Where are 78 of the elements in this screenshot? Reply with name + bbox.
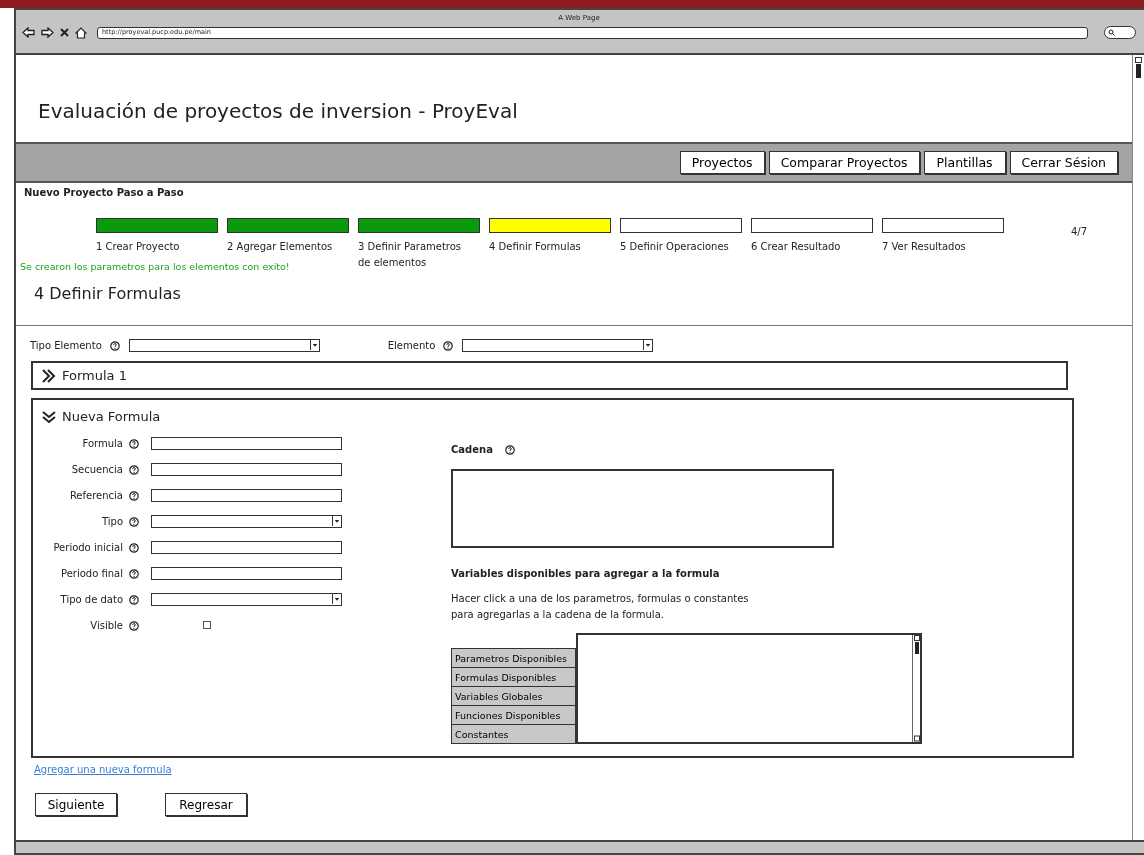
home-icon[interactable] bbox=[75, 26, 87, 39]
accordion-panel[interactable] bbox=[31, 398, 1074, 758]
field-label: Tipo de dato bbox=[59, 593, 124, 605]
text-area[interactable] bbox=[451, 469, 834, 548]
action-button[interactable]: Regresar bbox=[165, 793, 247, 816]
nav-button[interactable]: Comparar Proyectos bbox=[768, 151, 920, 174]
help-icon[interactable] bbox=[129, 542, 139, 553]
category-tab[interactable]: Funciones Disponibles bbox=[451, 705, 576, 725]
accordion-title: Formula 1 bbox=[62, 368, 127, 383]
help-icon[interactable] bbox=[129, 464, 139, 475]
category-tab[interactable]: Parametros Disponibles bbox=[451, 648, 576, 668]
text-input[interactable] bbox=[151, 488, 342, 502]
nav-button[interactable]: Cerrar Sésion bbox=[1009, 151, 1118, 174]
nav-button[interactable]: Proyectos bbox=[679, 151, 765, 174]
dropdown[interactable] bbox=[462, 339, 654, 352]
list-box[interactable] bbox=[576, 633, 922, 744]
text-input[interactable] bbox=[151, 566, 342, 580]
category-tab[interactable]: Constantes bbox=[451, 724, 576, 744]
field-label: Tipo bbox=[100, 515, 124, 527]
category-tab[interactable]: Formulas Disponibles bbox=[451, 667, 576, 687]
help-icon[interactable] bbox=[443, 340, 454, 351]
wizard-title: Nuevo Proyecto Paso a Paso bbox=[24, 187, 184, 198]
search-icon bbox=[1108, 29, 1115, 36]
help-icon[interactable] bbox=[109, 340, 120, 351]
instructions-text: Hacer click a una de los parametros, formulas o constantes para agregarlas a la cadena de la formula. bbox=[451, 592, 750, 622]
field-label: Referencia bbox=[68, 489, 124, 501]
scrollbar-icon[interactable] bbox=[913, 635, 920, 742]
step-label: 4 Definir Formulas bbox=[489, 240, 582, 254]
field-label: Periodo final bbox=[59, 567, 124, 579]
help-icon[interactable] bbox=[129, 438, 139, 449]
category-tab[interactable]: Variables Globales bbox=[451, 686, 576, 706]
text-input[interactable] bbox=[151, 436, 342, 450]
dropdown-caret-icon bbox=[332, 593, 341, 604]
field-label: Visible bbox=[89, 619, 124, 631]
close-icon[interactable] bbox=[60, 28, 69, 37]
step-label: 7 Ver Resultados bbox=[882, 240, 967, 254]
scrollbar-icon[interactable] bbox=[1135, 57, 1142, 79]
step-label: 5 Definir Operaciones bbox=[620, 240, 730, 254]
dropdown-caret-icon bbox=[309, 340, 319, 350]
search-field[interactable] bbox=[1104, 26, 1136, 39]
dropdown-caret-icon bbox=[643, 340, 653, 350]
help-icon[interactable] bbox=[129, 568, 139, 579]
help-icon[interactable] bbox=[129, 620, 139, 631]
help-icon[interactable] bbox=[129, 516, 139, 527]
app-title: Evaluación de proyectos de inversion - ProyEval bbox=[38, 99, 518, 123]
help-icon[interactable] bbox=[129, 594, 139, 605]
text-input[interactable] bbox=[151, 462, 342, 476]
step-label: 3 Definir Parametros de elementos bbox=[358, 240, 463, 270]
field-label: Formula bbox=[81, 437, 124, 449]
dropdown-caret-icon bbox=[332, 515, 341, 526]
checkbox[interactable] bbox=[203, 621, 211, 629]
text-input[interactable] bbox=[151, 540, 342, 554]
dropdown[interactable] bbox=[151, 514, 342, 528]
accordion-title: Nueva Formula bbox=[62, 409, 161, 424]
success-message: Se crearon los parametros para los elementos con exito! bbox=[20, 261, 290, 272]
help-icon[interactable] bbox=[504, 444, 515, 455]
forward-icon[interactable] bbox=[41, 27, 54, 38]
add-formula-link[interactable]: Agregar una nueva formula bbox=[34, 764, 172, 775]
section-title: 4 Definir Formulas bbox=[34, 284, 181, 303]
filter-label: Tipo Elemento bbox=[30, 340, 102, 351]
step-label: 2 Agregar Elementos bbox=[227, 240, 334, 254]
back-icon[interactable] bbox=[22, 27, 35, 38]
field-label: Periodo inicial bbox=[52, 541, 124, 553]
dropdown[interactable] bbox=[151, 592, 342, 606]
step-label: 6 Crear Resultado bbox=[751, 240, 842, 254]
section-heading: Variables disponibles para agregar a la formula bbox=[451, 568, 721, 579]
field-label: Cadena bbox=[451, 444, 493, 455]
filter-label: Elemento bbox=[387, 340, 436, 351]
chevron-down-icon[interactable] bbox=[41, 409, 57, 424]
dropdown[interactable] bbox=[128, 339, 320, 352]
action-button[interactable]: Siguiente bbox=[35, 793, 117, 816]
chevron-right-icon[interactable] bbox=[41, 368, 57, 383]
nav-button[interactable]: Plantillas bbox=[923, 151, 1006, 174]
accordion-panel[interactable]: Formula 1 bbox=[31, 361, 1068, 390]
step-label: 1 Crear Proyecto bbox=[96, 240, 181, 254]
field-label: Secuencia bbox=[70, 463, 124, 475]
help-icon[interactable] bbox=[129, 490, 139, 501]
step-counter: 4/7 bbox=[1071, 226, 1088, 237]
